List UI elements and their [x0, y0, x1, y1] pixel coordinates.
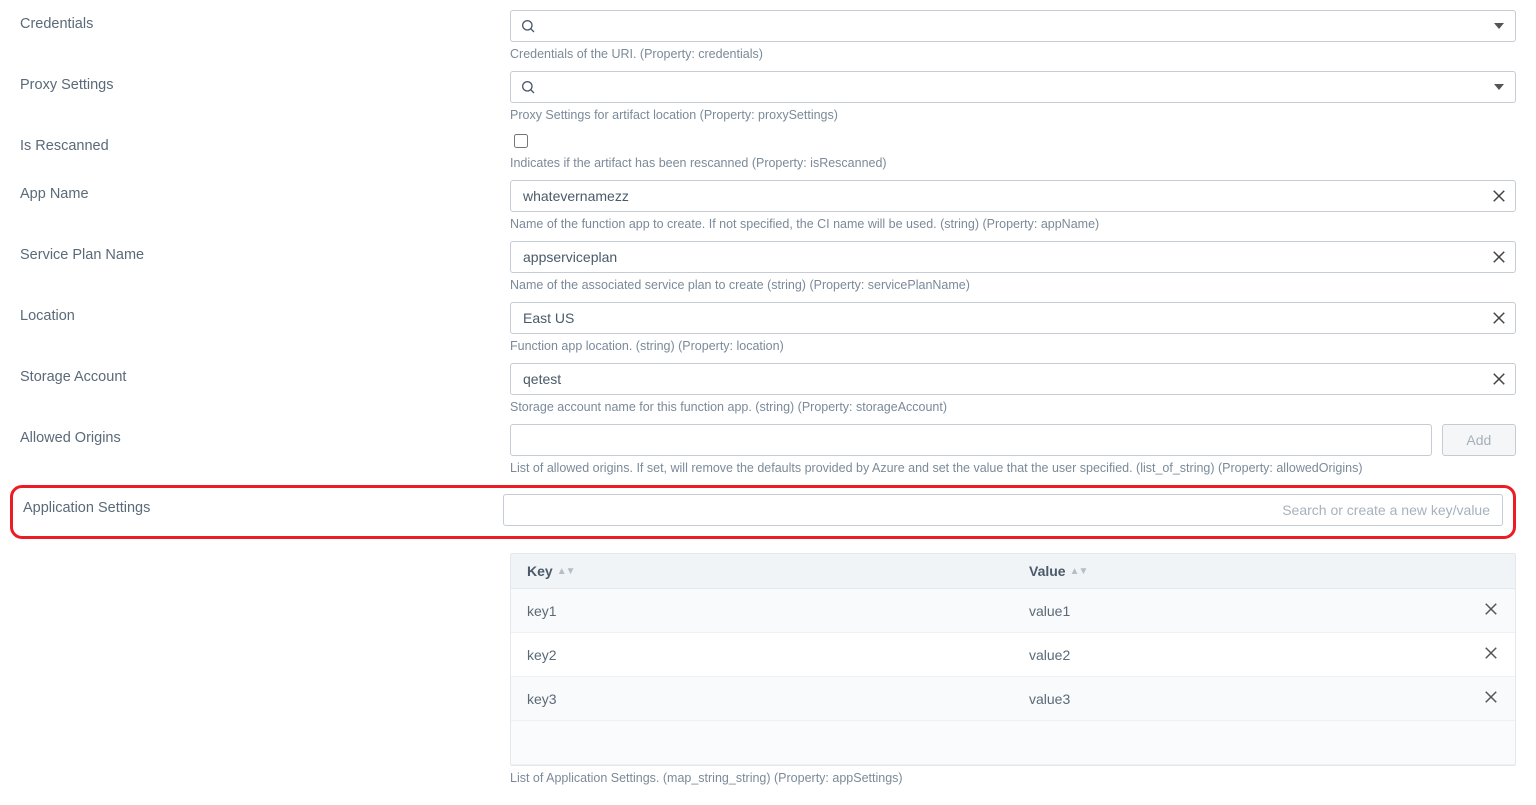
- label-application-settings: Application Settings: [13, 494, 503, 516]
- add-button[interactable]: Add: [1442, 424, 1516, 456]
- help-service-plan-name: Name of the associated service plan to c…: [510, 278, 1516, 292]
- row-credentials: Credentials Credentials of the URI. (Pro…: [20, 10, 1516, 61]
- location-input[interactable]: [510, 302, 1516, 334]
- row-storage-account: Storage Account Storage account name for…: [20, 363, 1516, 414]
- column-key[interactable]: Key ▲▼: [511, 554, 1013, 588]
- label-allowed-origins: Allowed Origins: [20, 424, 510, 446]
- allowed-origins-input[interactable]: [510, 424, 1432, 456]
- cell-key: key2: [511, 637, 1013, 673]
- label-service-plan-name: Service Plan Name: [20, 241, 510, 263]
- app-settings-search-input[interactable]: [503, 494, 1503, 526]
- application-settings-highlight: Application Settings: [10, 485, 1516, 539]
- help-credentials: Credentials of the URI. (Property: crede…: [510, 47, 1516, 61]
- credentials-select[interactable]: [510, 10, 1516, 42]
- row-proxy-settings: Proxy Settings Proxy Settings for artifa…: [20, 71, 1516, 122]
- table-row: key2value2: [511, 633, 1515, 677]
- storage-account-input[interactable]: [510, 363, 1516, 395]
- table-row-empty: [511, 721, 1515, 765]
- cell-value: value3: [1013, 681, 1467, 717]
- help-is-rescanned: Indicates if the artifact has been resca…: [510, 156, 1516, 170]
- help-proxy-settings: Proxy Settings for artifact location (Pr…: [510, 108, 1516, 122]
- cell-value: value2: [1013, 637, 1467, 673]
- row-service-plan-name: Service Plan Name Name of the associated…: [20, 241, 1516, 292]
- label-is-rescanned: Is Rescanned: [20, 132, 510, 154]
- app-name-input[interactable]: [510, 180, 1516, 212]
- label-credentials: Credentials: [20, 10, 510, 32]
- help-storage-account: Storage account name for this function a…: [510, 400, 1516, 414]
- column-value[interactable]: Value ▲▼: [1013, 554, 1467, 588]
- clear-icon[interactable]: [1490, 370, 1508, 388]
- help-allowed-origins: List of allowed origins. If set, will re…: [510, 461, 1516, 475]
- help-app-settings: List of Application Settings. (map_strin…: [510, 771, 1516, 785]
- cell-value: value1: [1013, 593, 1467, 629]
- row-app-settings-table: Key ▲▼ Value ▲▼ key1value1key2value2key3…: [20, 545, 1516, 785]
- table-row: key3value3: [511, 677, 1515, 721]
- sort-icon: ▲▼: [557, 566, 575, 577]
- sort-icon: ▲▼: [1070, 566, 1088, 577]
- cell-key: key3: [511, 681, 1013, 717]
- table-header: Key ▲▼ Value ▲▼: [511, 554, 1515, 589]
- table-row: key1value1: [511, 589, 1515, 633]
- label-location: Location: [20, 302, 510, 324]
- app-settings-table: Key ▲▼ Value ▲▼ key1value1key2value2key3…: [510, 553, 1516, 766]
- clear-icon[interactable]: [1490, 248, 1508, 266]
- cell-key: key1: [511, 593, 1013, 629]
- delete-row-icon[interactable]: [1482, 688, 1500, 706]
- row-is-rescanned: Is Rescanned Indicates if the artifact h…: [20, 132, 1516, 170]
- table-body: key1value1key2value2key3value3: [511, 589, 1515, 765]
- clear-icon[interactable]: [1490, 187, 1508, 205]
- delete-row-icon[interactable]: [1482, 600, 1500, 618]
- proxy-settings-select[interactable]: [510, 71, 1516, 103]
- row-app-name: App Name Name of the function app to cre…: [20, 180, 1516, 231]
- is-rescanned-checkbox[interactable]: [514, 134, 528, 148]
- row-location: Location Function app location. (string)…: [20, 302, 1516, 353]
- help-app-name: Name of the function app to create. If n…: [510, 217, 1516, 231]
- label-storage-account: Storage Account: [20, 363, 510, 385]
- label-app-name: App Name: [20, 180, 510, 202]
- help-location: Function app location. (string) (Propert…: [510, 339, 1516, 353]
- delete-row-icon[interactable]: [1482, 644, 1500, 662]
- row-application-settings: Application Settings: [13, 494, 1503, 526]
- row-allowed-origins: Allowed Origins Add List of allowed orig…: [20, 424, 1516, 475]
- clear-icon[interactable]: [1490, 309, 1508, 327]
- service-plan-name-input[interactable]: [510, 241, 1516, 273]
- label-proxy-settings: Proxy Settings: [20, 71, 510, 93]
